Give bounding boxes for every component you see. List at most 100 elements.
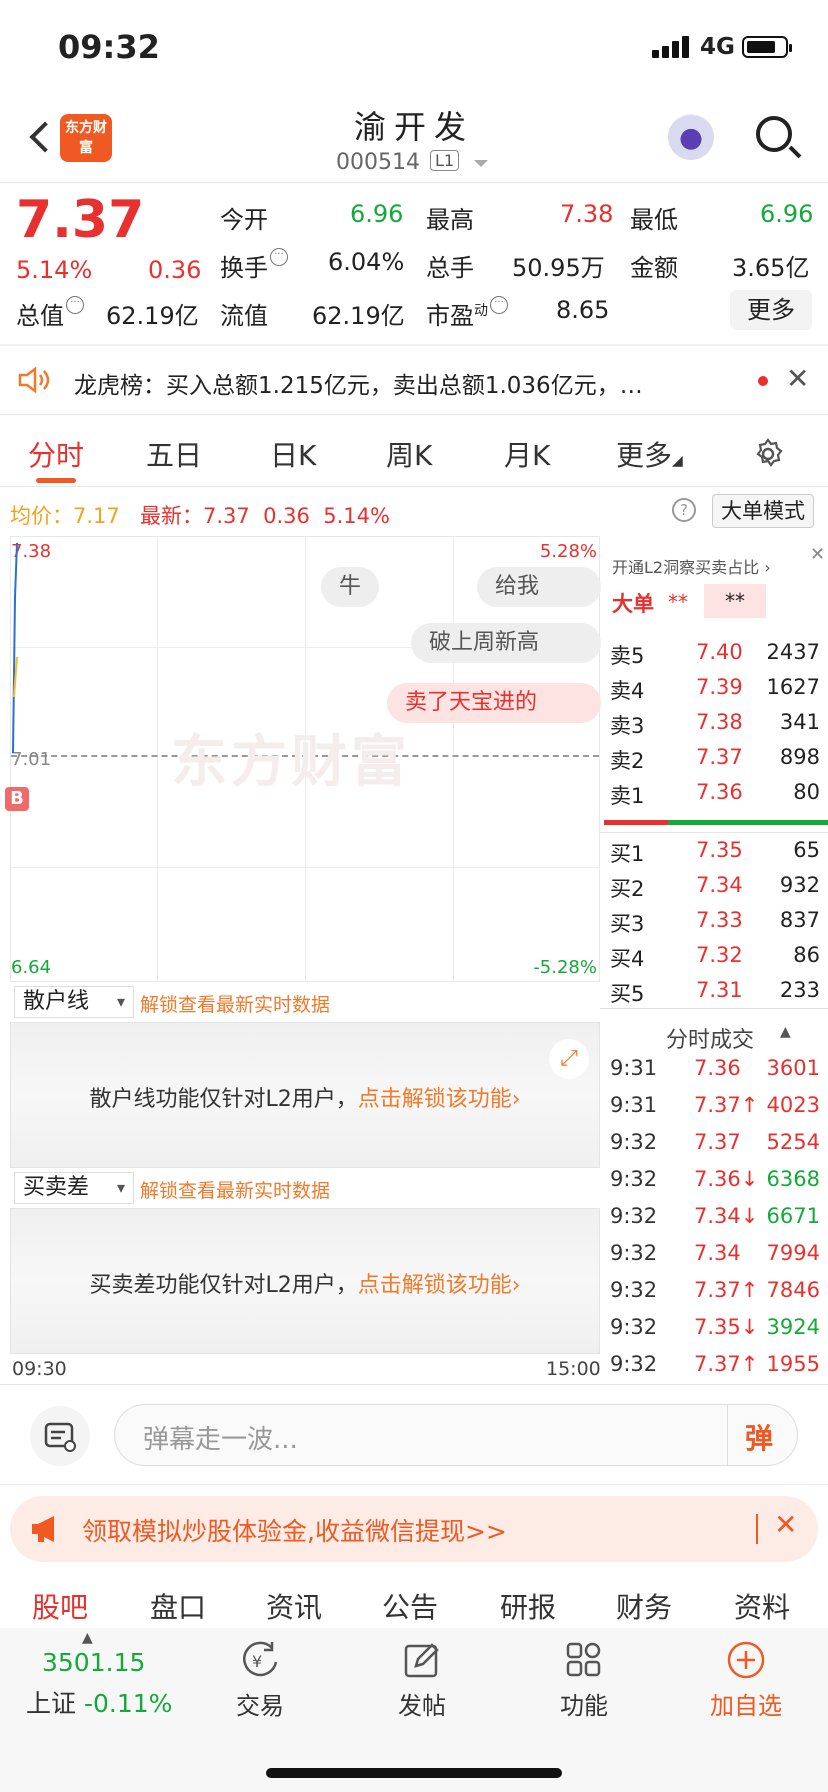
avg-price: 均价：7.17	[10, 504, 120, 528]
close-icon[interactable]: ✕	[774, 1508, 797, 1541]
bid-ask-diff-dropdown[interactable]: 买卖差	[14, 1172, 134, 1204]
retail-line-panel: 散户线功能仅针对L2用户，点击解锁该功能› ⤢	[10, 1022, 600, 1168]
caret-up-icon[interactable]: ▲	[82, 1630, 93, 1646]
tab-profile[interactable]: 资料	[734, 1586, 790, 1626]
latest-price: 最新：7.37 0.36 5.14%	[140, 504, 390, 528]
sell-ratio-bar	[604, 820, 668, 825]
danmu-bubble[interactable]: 牛	[321, 567, 380, 607]
index-value[interactable]: 3501.15	[42, 1648, 145, 1677]
info-icon[interactable]: ···	[490, 296, 508, 314]
danmu-bubble[interactable]: 卖了天宝进的	[387, 683, 601, 723]
signal-icon	[652, 34, 692, 58]
tab-five-day[interactable]: 五日	[146, 434, 202, 474]
current-price: 7.37	[16, 190, 145, 250]
promo-banner[interactable]: 领取模拟炒股体验金,收益微信提现>> ✕	[10, 1496, 818, 1562]
danmu-placeholder: 弹幕走一波...	[143, 1425, 298, 1455]
tab-guba[interactable]: 股吧	[32, 1586, 88, 1626]
speaker-icon	[18, 366, 50, 394]
battery-icon	[742, 36, 792, 58]
trade-icon: ¥	[243, 1641, 278, 1677]
buy-marker[interactable]: B	[5, 787, 29, 811]
sort-up-icon[interactable]: ▲	[780, 1024, 791, 1040]
help-icon[interactable]: ?	[672, 498, 696, 522]
pct-bottom-label: -5.28%	[533, 957, 597, 978]
add-watchlist-button[interactable]: 加自选	[686, 1640, 806, 1721]
l2-promo[interactable]: 开通L2洞察买卖占比 ›	[612, 554, 771, 578]
buy-row: 买1 7.35 65	[610, 838, 820, 866]
index-quote[interactable]: 上证 -0.11%	[26, 1684, 172, 1720]
home-indicator[interactable]	[266, 1768, 562, 1778]
pct-top-label: 5.28%	[539, 541, 597, 562]
buy-ratio-bar	[668, 820, 828, 825]
tab-monthly-k[interactable]: 月K	[504, 434, 550, 474]
more-quote-button[interactable]: 更多	[730, 290, 812, 330]
big-order-masked: **	[668, 590, 688, 614]
buy-row: 买2 7.34 932	[610, 873, 820, 901]
danmu-settings-icon[interactable]	[30, 1406, 90, 1466]
tab-pankou[interactable]: 盘口	[150, 1586, 206, 1626]
tab-finance[interactable]: 财务	[616, 1586, 672, 1626]
tick-list[interactable]: 分时成交 ▲ 9:31 7.36 3601 9:31 7.37↑ 4023 9:32 7.…	[600, 1010, 828, 1380]
unlock-feature-link[interactable]: 点击解锁该功能	[358, 1087, 512, 1112]
danmu-input[interactable]: 弹幕走一波... 弹	[114, 1404, 798, 1466]
tab-daily-k[interactable]: 日K	[270, 434, 316, 474]
sell-row: 卖1 7.36 80	[610, 780, 820, 808]
search-icon[interactable]	[756, 116, 792, 152]
function-label: 功能	[560, 1692, 608, 1720]
price-info-bar: 均价：7.17 最新：7.37 0.36 5.14% ? 大单模式	[0, 488, 828, 536]
tab-announcements[interactable]: 公告	[382, 1586, 438, 1626]
buy-row: 买4 7.32 86	[610, 943, 820, 971]
volume-value: 50.95万	[512, 254, 605, 282]
buy-row: 买3 7.33 837	[610, 908, 820, 936]
add-icon	[727, 1641, 765, 1679]
close-icon[interactable]: ✕	[810, 544, 825, 565]
tick-row: 9:32 7.34↓ 6671	[610, 1204, 820, 1228]
info-icon[interactable]: ···	[270, 248, 288, 266]
danmu-send-button[interactable]: 弹	[745, 1417, 773, 1457]
assistant-robot-icon[interactable]	[668, 114, 714, 160]
tab-more[interactable]: 更多◢	[616, 434, 683, 474]
spread-unlock-link[interactable]: 解锁查看最新实时数据	[140, 1176, 330, 1203]
sell-row: 卖5 7.40 2437	[610, 640, 820, 668]
tab-intraday[interactable]: 分时	[28, 434, 84, 474]
danmu-bubble[interactable]: 破上周新高	[411, 623, 601, 663]
unlock-feature-link[interactable]: 点击解锁该功能	[358, 1273, 512, 1298]
level-badge[interactable]: L1	[430, 150, 460, 171]
low-value: 6.96	[760, 200, 814, 228]
retail-line-dropdown[interactable]: 散户线	[14, 986, 134, 1018]
tab-weekly-k[interactable]: 周K	[386, 434, 432, 474]
expand-icon[interactable]: ⤢	[549, 1039, 589, 1079]
amount-label: 金额	[630, 254, 678, 282]
high-label: 最高	[426, 206, 474, 234]
trade-label: 交易	[236, 1692, 284, 1720]
y-bottom-label: 6.64	[11, 957, 52, 978]
notice-banner[interactable]: 龙虎榜：买入总额1.215亿元，卖出总额1.036亿元，… ✕	[0, 346, 828, 414]
high-value: 7.38	[560, 200, 614, 228]
intraday-chart[interactable]: 东方财富 7.38 7.01 6.64 5.28% -5.28% B 牛 给我 …	[5, 536, 601, 982]
chevron-down-icon[interactable]	[474, 160, 488, 174]
big-order-masked: **	[704, 584, 766, 618]
stock-code: 000514	[336, 150, 420, 175]
info-icon[interactable]: ···	[66, 296, 84, 314]
post-button[interactable]: 发帖	[362, 1640, 482, 1721]
trade-button[interactable]: ¥ 交易	[200, 1640, 320, 1721]
order-book: 开通L2洞察买卖占比 › ✕ 大单 ** ** 卖5 7.40 2437 卖4 7.3…	[600, 540, 828, 1008]
turnover-value: 6.04%	[328, 248, 405, 276]
time-start: 09:30	[12, 1358, 67, 1380]
close-icon[interactable]: ✕	[786, 362, 809, 395]
settings-icon[interactable]	[752, 438, 784, 470]
open-label: 今开	[220, 206, 268, 234]
turnover-label: 换手 ···	[220, 248, 288, 283]
notice-text: 龙虎榜：买入总额1.215亿元，卖出总额1.036亿元，…	[74, 373, 643, 399]
function-button[interactable]: 功能	[524, 1640, 644, 1721]
tab-news[interactable]: 资讯	[266, 1586, 322, 1626]
big-order-mode-button[interactable]: 大单模式	[712, 494, 814, 528]
add-watchlist-label: 加自选	[710, 1692, 782, 1720]
retail-unlock-link[interactable]: 解锁查看最新实时数据	[140, 990, 330, 1017]
danmu-bubble[interactable]: 给我	[477, 567, 601, 607]
post-label: 发帖	[398, 1692, 446, 1720]
tick-row: 9:32 7.37↑ 1955	[610, 1352, 820, 1376]
tab-research[interactable]: 研报	[500, 1586, 556, 1626]
chart-tabs: 分时 五日 日K 周K 月K 更多◢	[0, 418, 828, 486]
open-value: 6.96	[350, 200, 404, 228]
